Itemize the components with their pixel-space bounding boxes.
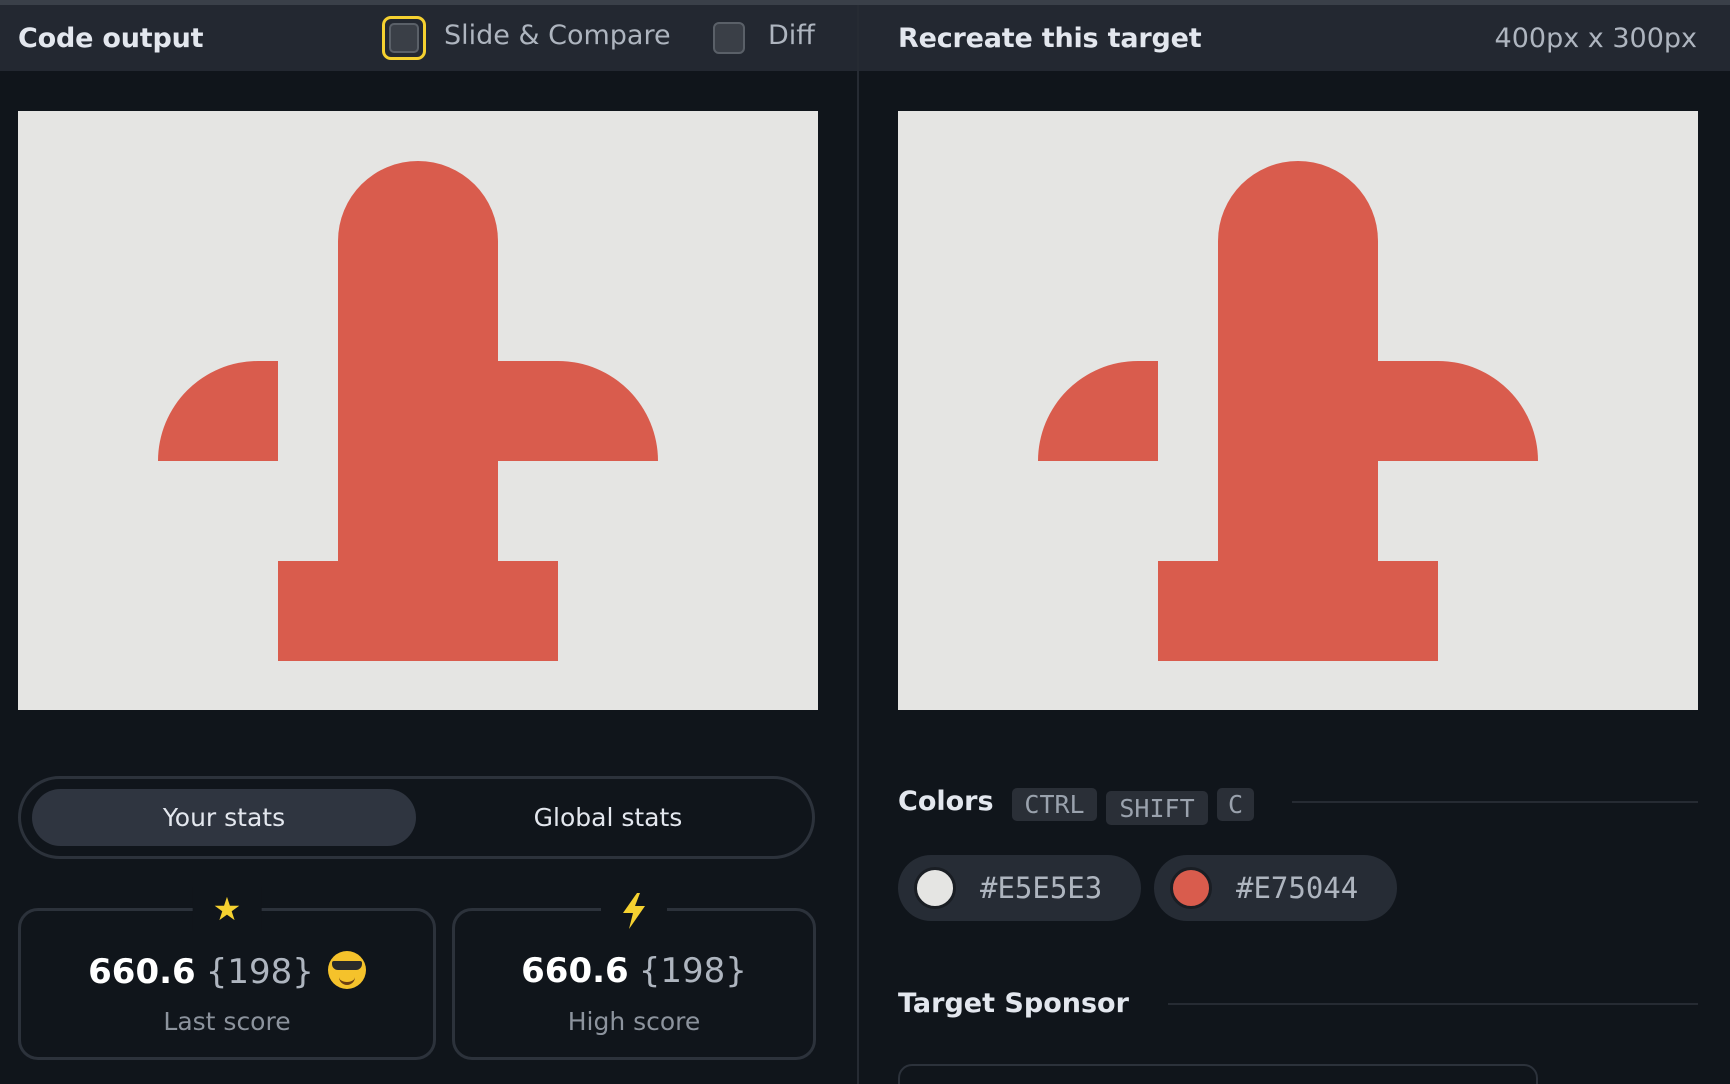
colors-divider xyxy=(1292,801,1698,803)
target-sponsor-title: Target Sponsor xyxy=(898,988,1129,1019)
high-score-card: 660.6 {198} High score xyxy=(452,887,816,1060)
target-header: Recreate this target 400px x 300px xyxy=(859,5,1730,71)
target-canvas xyxy=(898,111,1698,710)
last-score-value: 660.6 xyxy=(88,952,196,992)
code-output-canvas[interactable] xyxy=(18,111,818,710)
sponsor-divider xyxy=(1168,1003,1698,1005)
color-dot-red xyxy=(1170,867,1212,909)
high-score-label: High score xyxy=(567,1007,701,1036)
sunglasses-face-icon xyxy=(327,951,366,989)
color-swatch-red[interactable]: #E75044 xyxy=(1154,855,1397,921)
shape-left-quarter xyxy=(1038,361,1158,461)
last-score-count: {198} xyxy=(205,952,314,992)
shape-right-wing xyxy=(478,361,658,461)
diff-label[interactable]: Diff xyxy=(768,20,815,51)
kbd-c: C xyxy=(1217,788,1254,821)
code-output-header: Code output Slide & Compare Diff xyxy=(0,5,857,71)
slide-compare-checkbox[interactable] xyxy=(382,16,426,60)
color-swatch-light[interactable]: #E5E5E3 xyxy=(898,855,1141,921)
tab-global-stats[interactable]: Global stats xyxy=(416,789,800,846)
shape-base xyxy=(1158,561,1438,661)
target-title: Recreate this target xyxy=(898,22,1202,54)
sponsor-box[interactable] xyxy=(898,1064,1538,1084)
stats-toggle: Your stats Global stats xyxy=(18,776,815,859)
last-score-line: 660.6 {198} xyxy=(21,951,433,992)
color-hex-light: #E5E5E3 xyxy=(980,871,1103,905)
high-score-value: 660.6 xyxy=(521,951,629,991)
target-dimensions: 400px x 300px xyxy=(1494,22,1697,54)
shape-top-arch xyxy=(338,161,498,331)
color-hex-red: #E75044 xyxy=(1236,871,1359,905)
colors-title: Colors xyxy=(898,786,994,817)
lightning-icon xyxy=(601,887,667,931)
high-score-count: {198} xyxy=(638,951,747,991)
panel-divider xyxy=(857,5,859,1084)
slide-compare-label[interactable]: Slide & Compare xyxy=(444,20,671,51)
last-score-label: Last score xyxy=(163,1007,291,1036)
kbd-shift: SHIFT xyxy=(1106,791,1208,825)
color-dot-light xyxy=(914,867,956,909)
code-output-title: Code output xyxy=(18,22,204,54)
tab-your-stats[interactable]: Your stats xyxy=(32,789,416,846)
shape-right-wing xyxy=(1358,361,1538,461)
star-icon: ★ xyxy=(192,887,262,931)
shape-top-arch xyxy=(1218,161,1378,331)
shape-left-quarter xyxy=(158,361,278,461)
last-score-card: ★ 660.6 {198} Last score xyxy=(18,887,436,1060)
diff-checkbox[interactable] xyxy=(713,22,745,54)
high-score-line: 660.6 {198} xyxy=(455,951,813,991)
shape-base xyxy=(278,561,558,661)
kbd-ctrl: CTRL xyxy=(1012,788,1097,821)
